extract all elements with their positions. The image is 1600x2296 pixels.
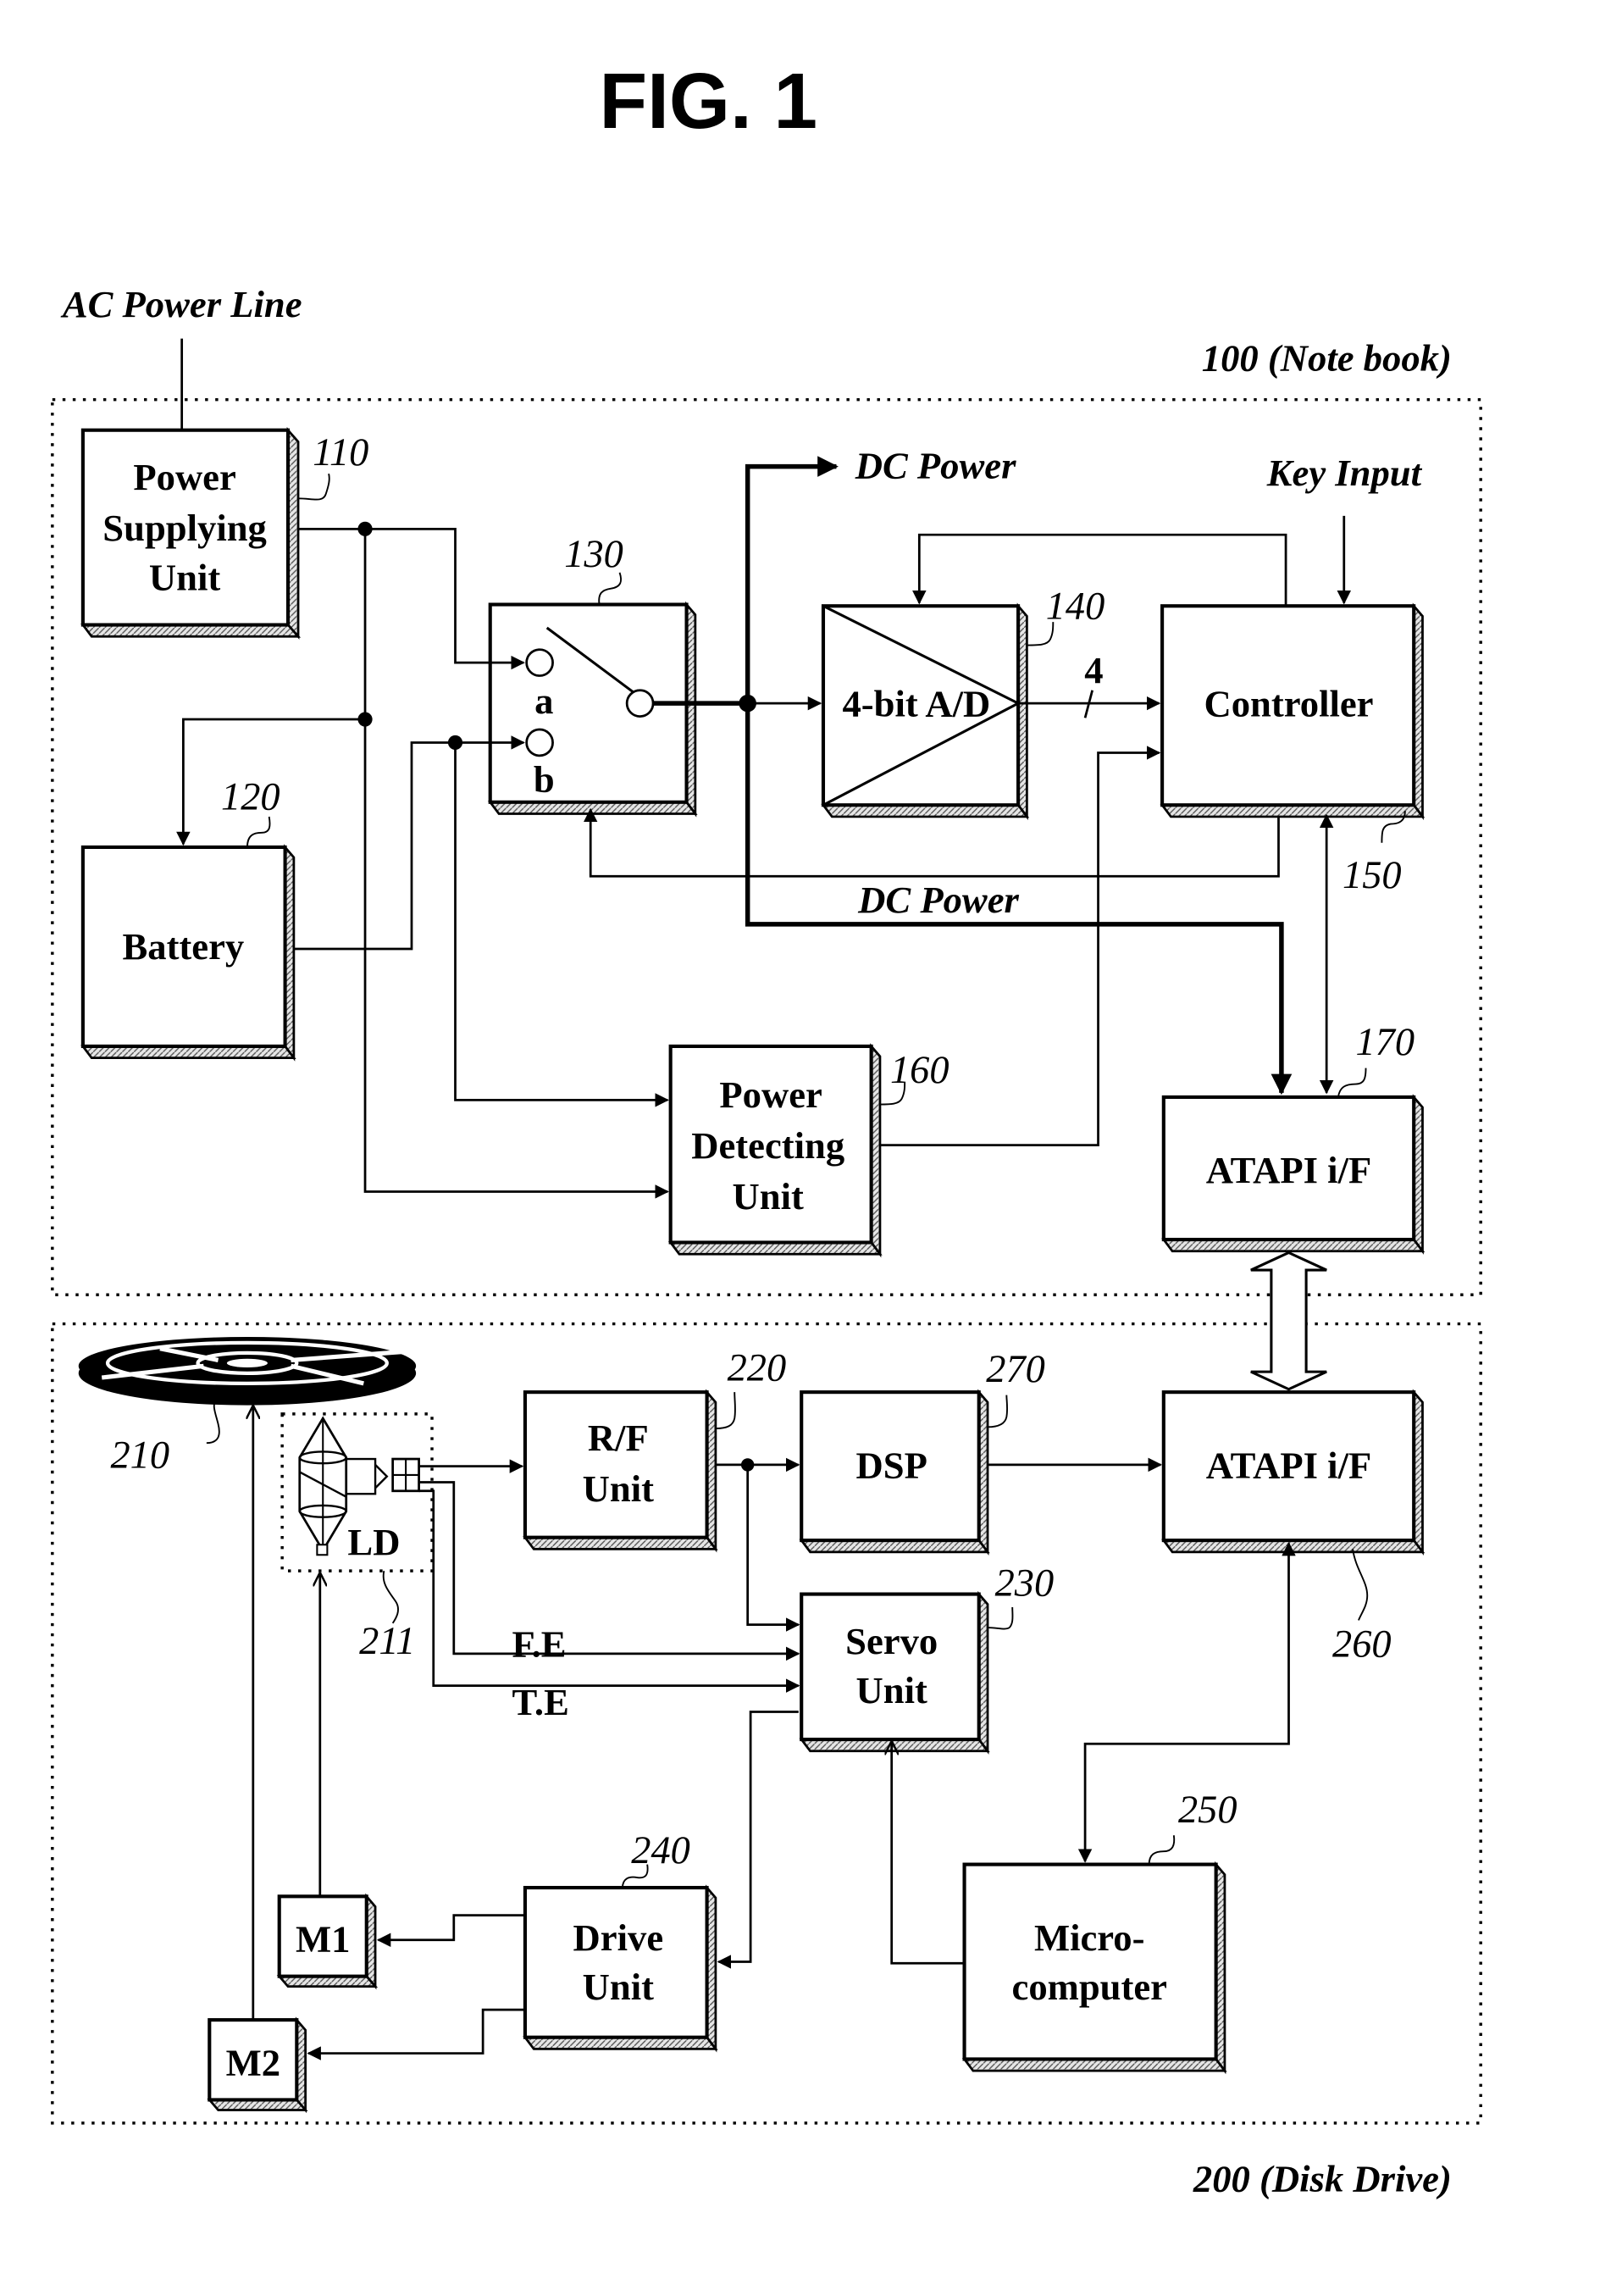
power-detecting-unit-line-1: Power <box>719 1073 822 1116</box>
servo-unit-line-2: Unit <box>856 1669 927 1711</box>
ad-converter-label: 4-bit A/D <box>842 683 990 725</box>
focus-error-label: F.E <box>512 1622 566 1665</box>
ref-120: 120 <box>221 775 280 818</box>
ad-converter-block: 4-bit A/D <box>821 602 1030 821</box>
microcomputer-block: Micro- computer <box>961 1861 1227 2075</box>
switch-common-terminal <box>625 689 655 718</box>
motor-m1-label: M1 <box>296 1918 350 1960</box>
ref-260: 260 <box>1332 1622 1392 1666</box>
ref-211: 211 <box>359 1620 415 1663</box>
key-input-label: Key Input <box>1266 452 1423 494</box>
power-supplying-unit-line-3: Unit <box>149 556 220 598</box>
controller-block: Controller <box>1160 602 1426 821</box>
disk-drive-label: 200 (Disk Drive) <box>1193 2158 1452 2200</box>
battery-label: Battery <box>122 925 244 968</box>
motor-m2-label: M2 <box>226 2041 280 2083</box>
leader-250 <box>1148 1835 1176 1865</box>
switch-terminal-a <box>525 648 554 677</box>
servo-unit-line-1: Servo <box>845 1620 938 1662</box>
leader-230 <box>988 1606 1014 1630</box>
ref-110: 110 <box>313 431 368 474</box>
battery-block: Battery <box>80 844 296 1062</box>
motor-m2-block: M2 <box>207 2016 308 2114</box>
ref-240: 240 <box>631 1829 690 1872</box>
laser-diode-label: LD <box>347 1521 400 1563</box>
rf-unit-block: R/F Unit <box>523 1389 718 1553</box>
ref-130: 130 <box>564 533 623 576</box>
atapi-notebook-block: ATAPI i/F <box>1161 1094 1426 1255</box>
power-detecting-unit-line-3: Unit <box>733 1175 804 1217</box>
leader-260 <box>1352 1549 1369 1621</box>
controller-label: Controller <box>1204 683 1374 725</box>
microcomputer-line-1: Micro- <box>1034 1916 1145 1959</box>
ref-170: 170 <box>1355 1021 1415 1064</box>
leader-211 <box>382 1570 399 1624</box>
switch-block: a b <box>487 601 698 818</box>
leader-270 <box>988 1395 1009 1428</box>
power-detecting-unit-line-2: Detecting <box>691 1124 844 1167</box>
drive-unit-line-2: Unit <box>583 1966 654 2008</box>
drive-unit-line-1: Drive <box>573 1916 664 1959</box>
ref-210: 210 <box>111 1434 170 1477</box>
ref-270: 270 <box>986 1348 1045 1391</box>
disk-icon <box>78 1336 417 1406</box>
ref-220: 220 <box>728 1346 787 1389</box>
leader-210 <box>206 1399 220 1445</box>
power-detecting-unit-block: Power Detecting Unit <box>667 1043 883 1258</box>
ref-160: 160 <box>890 1049 949 1092</box>
leader-220 <box>715 1392 736 1429</box>
atapi-link-arrow <box>1250 1251 1327 1391</box>
leader-130 <box>598 572 623 605</box>
switch-terminal-b <box>525 728 554 757</box>
atapi-drive-block: ATAPI i/F <box>1161 1389 1426 1556</box>
dsp-label: DSP <box>856 1444 927 1486</box>
ac-power-line-label: AC Power Line <box>60 283 302 325</box>
switch-b-label: b <box>534 758 555 801</box>
dsp-block: DSP <box>799 1389 990 1556</box>
switch-a-label: a <box>534 679 553 722</box>
ref-150: 150 <box>1343 854 1402 897</box>
atapi-drive-label: ATAPI i/F <box>1206 1444 1371 1486</box>
dc-power-top-label: DC Power <box>855 444 1016 486</box>
rf-unit-line-1: R/F <box>588 1417 649 1459</box>
ref-250: 250 <box>1178 1789 1237 1832</box>
power-supplying-unit-block: Power Supplying Unit <box>80 427 302 640</box>
figure-title: FIG. 1 <box>600 57 818 145</box>
dc-power-mid-label: DC Power <box>857 879 1019 921</box>
leader-120 <box>246 816 271 847</box>
atapi-notebook-label: ATAPI i/F <box>1206 1149 1371 1191</box>
rf-unit-line-2: Unit <box>583 1467 654 1510</box>
fig-1-block-diagram: FIG. 1 100 (Note book) 200 (Disk Drive) … <box>51 57 1482 2200</box>
drive-unit-block: Drive Unit <box>523 1884 718 2053</box>
leader-170 <box>1337 1068 1367 1098</box>
motor-m1-block: M1 <box>276 1893 379 1990</box>
leader-110 <box>298 473 330 501</box>
ref-140: 140 <box>1046 585 1105 629</box>
power-supplying-unit-line-1: Power <box>133 456 235 498</box>
servo-unit-block: Servo Unit <box>799 1590 990 1755</box>
tracking-error-label: T.E <box>512 1681 568 1723</box>
notebook-label: 100 (Note book) <box>1202 336 1452 379</box>
ref-230: 230 <box>995 1561 1055 1605</box>
bus-width-label: 4 <box>1084 649 1103 691</box>
power-supplying-unit-line-2: Supplying <box>102 507 267 549</box>
microcomputer-line-2: computer <box>1012 1966 1167 2008</box>
